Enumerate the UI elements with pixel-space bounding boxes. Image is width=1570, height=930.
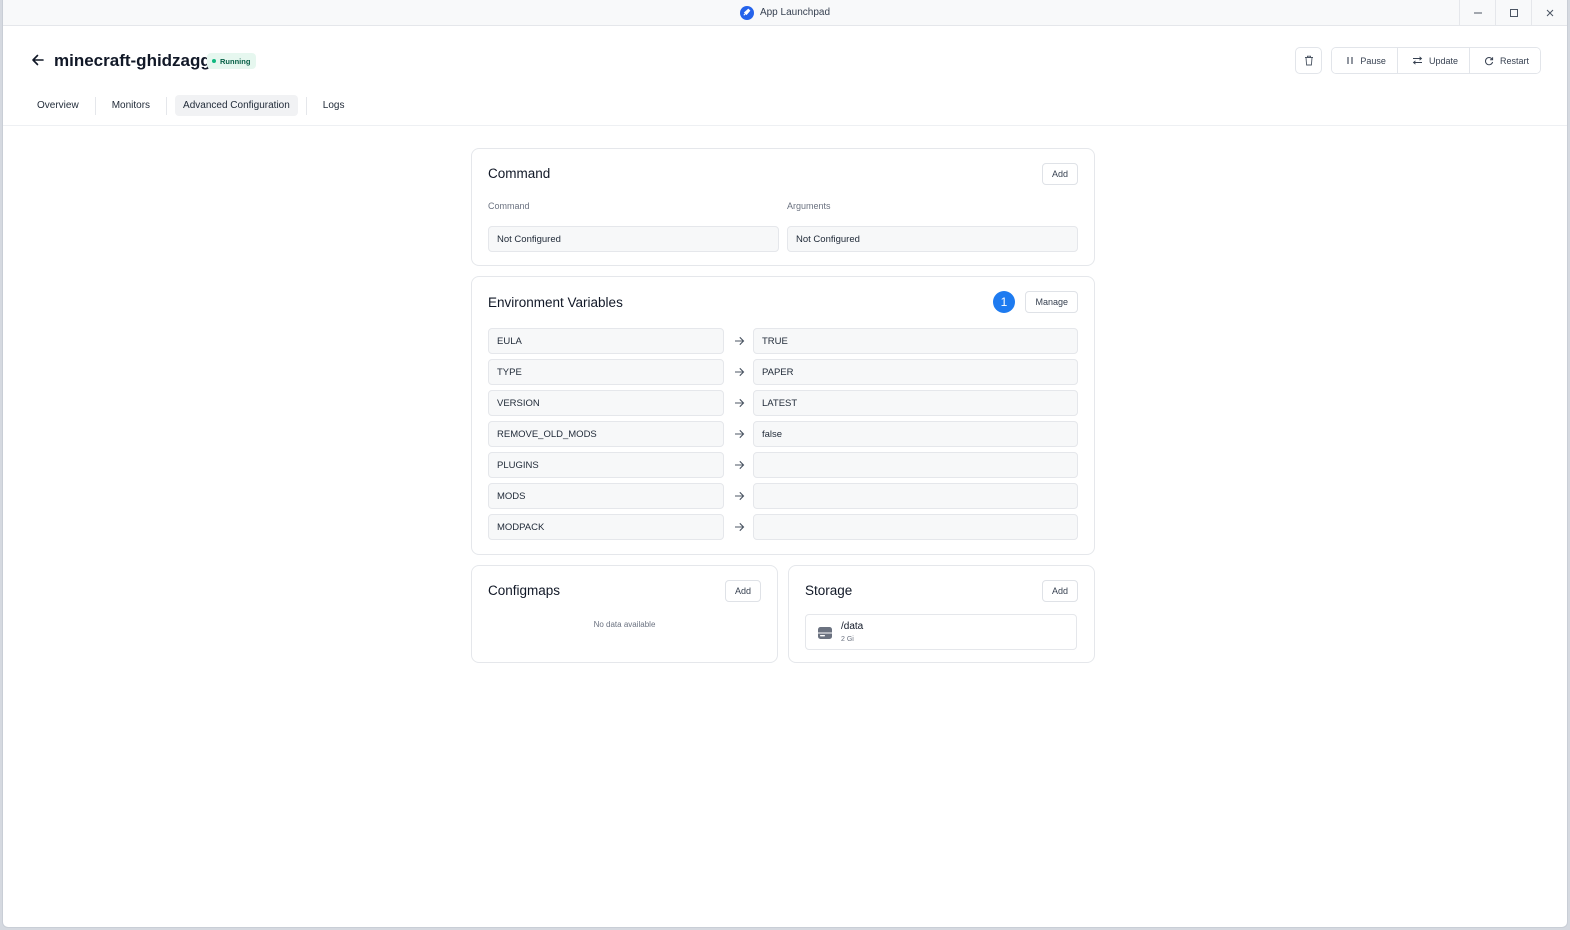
pause-button[interactable]: Pause bbox=[1332, 48, 1397, 73]
restart-button[interactable]: Restart bbox=[1468, 48, 1540, 73]
hard-drive-icon bbox=[818, 627, 832, 639]
window-controls bbox=[1459, 0, 1567, 26]
app-window: App Launchpad minecraft-ghidzagg Running bbox=[2, 0, 1568, 928]
update-button[interactable]: Update bbox=[1396, 48, 1469, 73]
configmaps-title: Configmaps bbox=[488, 583, 561, 598]
env-value: PAPER bbox=[753, 359, 1078, 385]
tab-monitors[interactable]: Monitors bbox=[104, 95, 158, 116]
command-card-title: Command bbox=[488, 166, 551, 181]
env-key: REMOVE_OLD_MODS bbox=[488, 421, 724, 447]
window-title-text: App Launchpad bbox=[759, 7, 831, 18]
app-header: minecraft-ghidzagg Running Pause Update bbox=[3, 26, 1567, 126]
rocket-icon bbox=[739, 5, 754, 20]
arguments-value: Not Configured bbox=[787, 226, 1078, 252]
env-value bbox=[753, 483, 1078, 509]
configmaps-card: Configmaps Add No data available bbox=[471, 565, 778, 663]
restart-label: Restart bbox=[1499, 55, 1529, 66]
storage-title: Storage bbox=[805, 583, 853, 598]
storage-path: /data bbox=[841, 621, 864, 632]
title-bar: App Launchpad bbox=[3, 0, 1567, 26]
env-value bbox=[753, 452, 1078, 478]
env-value: false bbox=[753, 421, 1078, 447]
minimize-icon[interactable] bbox=[1459, 0, 1495, 26]
env-count-badge: 1 bbox=[993, 291, 1015, 313]
command-field-label: Command bbox=[488, 201, 530, 211]
restart-icon bbox=[1485, 56, 1494, 65]
update-label: Update bbox=[1428, 55, 1458, 66]
pause-label: Pause bbox=[1360, 55, 1386, 66]
tab-logs[interactable]: Logs bbox=[315, 95, 353, 116]
window-title: App Launchpad bbox=[739, 5, 831, 20]
add-command-button[interactable]: Add bbox=[1041, 163, 1078, 185]
close-icon[interactable] bbox=[1531, 0, 1567, 26]
tab-bar: Overview Monitors Advanced Configuration… bbox=[29, 95, 352, 116]
delete-button[interactable] bbox=[1295, 47, 1323, 74]
env-value: LATEST bbox=[753, 390, 1078, 416]
page-title: minecraft-ghidzagg bbox=[54, 51, 211, 70]
env-key: MODS bbox=[488, 483, 724, 509]
storage-item[interactable]: /data 2 Gi bbox=[805, 614, 1077, 650]
tab-advanced-configuration[interactable]: Advanced Configuration bbox=[175, 95, 298, 116]
configmaps-empty-text: No data available bbox=[593, 620, 656, 629]
status-badge: Running bbox=[207, 53, 257, 69]
maximize-icon[interactable] bbox=[1495, 0, 1531, 26]
tab-divider bbox=[166, 96, 168, 115]
status-dot-icon bbox=[212, 59, 216, 63]
env-vars-card: Environment Variables 1 Manage EULA TRUE… bbox=[471, 276, 1095, 555]
env-vars-title: Environment Variables bbox=[488, 295, 623, 310]
storage-size: 2 Gi bbox=[841, 636, 854, 643]
env-key: TYPE bbox=[488, 359, 724, 385]
tab-divider bbox=[94, 96, 96, 115]
arguments-field-label: Arguments bbox=[787, 201, 831, 211]
command-card: Command Add Command Arguments Not Config… bbox=[471, 148, 1095, 266]
header-actions: Pause Update Restart bbox=[1295, 47, 1541, 74]
arrow-right-icon bbox=[732, 427, 746, 441]
status-text: Running bbox=[220, 56, 251, 66]
env-key: MODPACK bbox=[488, 514, 724, 540]
storage-card: Storage Add /data 2 Gi bbox=[788, 565, 1095, 663]
trash-icon bbox=[1304, 55, 1313, 66]
tab-divider bbox=[305, 96, 307, 115]
add-storage-button[interactable]: Add bbox=[1041, 580, 1078, 602]
arrow-right-icon bbox=[732, 396, 746, 410]
env-value bbox=[753, 514, 1078, 540]
swap-arrows-icon bbox=[1412, 56, 1423, 65]
arrow-right-icon bbox=[732, 365, 746, 379]
pause-icon bbox=[1347, 57, 1353, 64]
arrow-right-icon bbox=[732, 489, 746, 503]
arrow-right-icon bbox=[732, 334, 746, 348]
env-key: VERSION bbox=[488, 390, 724, 416]
command-value: Not Configured bbox=[488, 226, 779, 252]
arrow-right-icon bbox=[732, 520, 746, 534]
tab-overview[interactable]: Overview bbox=[29, 95, 87, 116]
action-button-group: Pause Update Restart bbox=[1331, 47, 1541, 74]
env-value: TRUE bbox=[753, 328, 1078, 354]
env-key: PLUGINS bbox=[488, 452, 724, 478]
env-key: EULA bbox=[488, 328, 724, 354]
back-arrow-icon[interactable] bbox=[29, 51, 47, 69]
manage-env-button[interactable]: Manage bbox=[1025, 291, 1078, 313]
add-configmap-button[interactable]: Add bbox=[724, 580, 761, 602]
arrow-right-icon bbox=[732, 458, 746, 472]
